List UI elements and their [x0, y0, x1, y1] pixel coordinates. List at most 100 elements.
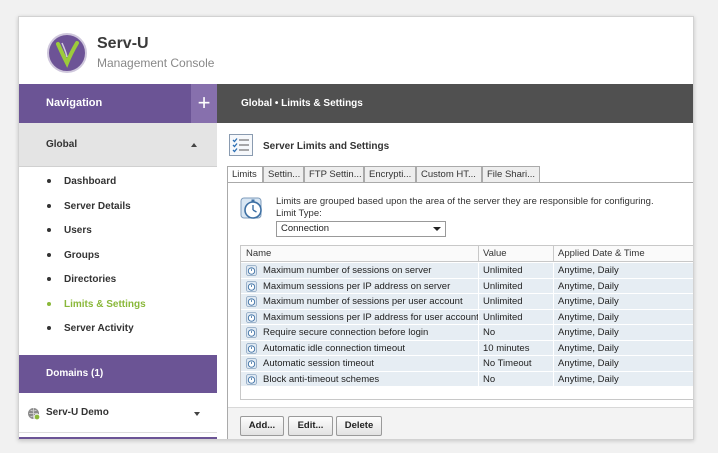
table-row[interactable]: Automatic idle connection timeout 10 minu…: [241, 340, 693, 356]
caret-down-icon: [194, 412, 200, 416]
cell-applied: Anytime, Daily: [558, 358, 619, 369]
cell-applied: Anytime, Daily: [558, 296, 619, 307]
cell-divider: [478, 356, 479, 371]
column-header-name[interactable]: Name: [246, 248, 271, 259]
cell-name: Maximum number of sessions per user acco…: [263, 296, 463, 307]
navigation-header: Navigation +: [19, 84, 217, 123]
app-subtitle: Management Console: [97, 56, 215, 70]
sidebar-section-domains[interactable]: Domains (1): [19, 355, 217, 393]
sidebar-section-global[interactable]: Global: [19, 123, 217, 167]
limit-type-value: Connection: [281, 223, 330, 234]
tab-file-sharing[interactable]: File Shari...: [482, 166, 540, 183]
sidebar-item-dashboard[interactable]: Dashboard: [19, 171, 217, 196]
limit-icon: [246, 358, 257, 369]
cell-applied: Anytime, Daily: [558, 265, 619, 276]
button-bar: Add... Edit... Delete: [228, 407, 693, 439]
domain-item-label: Serv-U Demo: [46, 407, 109, 418]
cell-divider: [553, 309, 554, 325]
cell-divider: [478, 294, 479, 309]
cell-name: Automatic idle connection timeout: [263, 342, 406, 354]
global-label: Global: [46, 139, 78, 150]
bullet-icon: [47, 179, 51, 183]
app-window: Serv-U Management Console Navigation + G…: [18, 16, 694, 440]
cell-divider: [553, 356, 554, 371]
cell-value: Unlimited: [483, 311, 523, 323]
navigation-label: Navigation: [46, 97, 103, 109]
globe-icon: [28, 408, 40, 420]
cell-value: No Timeout: [483, 358, 532, 369]
limit-icon: [246, 373, 257, 385]
cell-applied: Anytime, Daily: [558, 342, 619, 354]
app-header: Serv-U Management Console: [19, 17, 693, 84]
column-header-applied[interactable]: Applied Date & Time: [558, 248, 645, 259]
cell-applied: Anytime, Daily: [558, 280, 619, 292]
table-header: Name Value Applied Date & Time: [241, 246, 693, 262]
cell-divider: [478, 325, 479, 340]
app-title: Serv-U: [97, 35, 149, 52]
tab-settings[interactable]: Settin...: [263, 166, 304, 183]
cell-divider: [553, 340, 554, 356]
bullet-icon: [47, 228, 51, 232]
breadcrumb-bar: Global • Limits & Settings: [217, 84, 693, 123]
table-row[interactable]: Maximum sessions per IP address on serve…: [241, 278, 693, 294]
cell-divider: [478, 263, 479, 278]
cell-divider: [478, 371, 479, 387]
column-header-value[interactable]: Value: [483, 248, 507, 259]
cell-value: Unlimited: [483, 265, 523, 276]
edit-button[interactable]: Edit...: [288, 416, 333, 436]
caret-up-icon: [191, 143, 197, 147]
domains-label: Domains (1): [46, 368, 104, 379]
limit-type-select[interactable]: Connection: [276, 221, 446, 237]
sidebar-item-label: Server Details: [64, 200, 131, 212]
cell-applied: Anytime, Daily: [558, 311, 619, 323]
tab-encryption[interactable]: Encrypti...: [364, 166, 416, 183]
plus-icon[interactable]: +: [191, 84, 217, 123]
table-row[interactable]: Block anti-timeout schemes No Anytime, Dai…: [241, 371, 693, 387]
chevron-down-icon: [433, 227, 441, 231]
cell-name: Require secure connection before login: [263, 327, 429, 338]
cell-name: Automatic session timeout: [263, 358, 374, 369]
table-row[interactable]: Require secure connection before login No…: [241, 325, 693, 341]
panel-title: Server Limits and Settings: [263, 141, 390, 152]
column-divider[interactable]: [553, 246, 554, 262]
sidebar-item-server-details[interactable]: Server Details: [19, 196, 217, 221]
cell-value: 10 minutes: [483, 342, 530, 354]
bullet-icon: [47, 252, 51, 257]
tab-panel-limits: Limits are grouped based upon the area o…: [227, 182, 693, 439]
limit-icon: [246, 265, 257, 276]
table-row[interactable]: Maximum sessions per IP address for user…: [241, 309, 693, 325]
cell-name: Maximum number of sessions on server: [263, 265, 432, 276]
bullet-icon: [47, 277, 51, 281]
sidebar-item-server-activity[interactable]: Server Activity: [19, 318, 217, 343]
tab-custom-html[interactable]: Custom HT...: [416, 166, 482, 183]
delete-button[interactable]: Delete: [336, 416, 382, 436]
cell-divider: [478, 340, 479, 356]
cell-applied: Anytime, Daily: [558, 327, 619, 338]
sidebar: Navigation + Global Dashboard Server Det…: [19, 84, 217, 439]
table-row[interactable]: Automatic session timeout No Timeout Anyti…: [241, 356, 693, 372]
bullet-icon: [47, 203, 51, 208]
sidebar-item-label: Users: [64, 225, 92, 236]
cell-value: No: [483, 327, 496, 338]
sidebar-footer-bar: [19, 437, 217, 439]
cell-divider: [553, 371, 554, 387]
column-divider[interactable]: [478, 246, 479, 262]
table-row[interactable]: Maximum number of sessions per user acco…: [241, 294, 693, 310]
cell-divider: [478, 278, 479, 294]
sidebar-item-directories[interactable]: Directories: [19, 269, 217, 294]
domain-selector[interactable]: Serv-U Demo: [19, 393, 217, 433]
cell-value: No: [483, 373, 496, 385]
table-row[interactable]: Maximum number of sessions on server Unli…: [241, 263, 693, 279]
limit-icon: [246, 280, 257, 292]
sidebar-item-limits-settings[interactable]: Limits & Settings: [19, 294, 217, 319]
sidebar-item-users[interactable]: Users: [19, 220, 217, 245]
tab-ftp-settings[interactable]: FTP Settin...: [304, 166, 364, 183]
limit-type-label: Limit Type:: [276, 208, 322, 219]
sidebar-item-groups[interactable]: Groups: [19, 245, 217, 270]
limit-icon: [246, 296, 257, 307]
sidebar-item-label: Dashboard: [64, 176, 117, 187]
limits-description: Limits are grouped based upon the area o…: [276, 196, 654, 207]
stopwatch-icon: [240, 197, 262, 219]
add-button[interactable]: Add...: [240, 416, 284, 436]
cell-value: Unlimited: [483, 296, 523, 307]
